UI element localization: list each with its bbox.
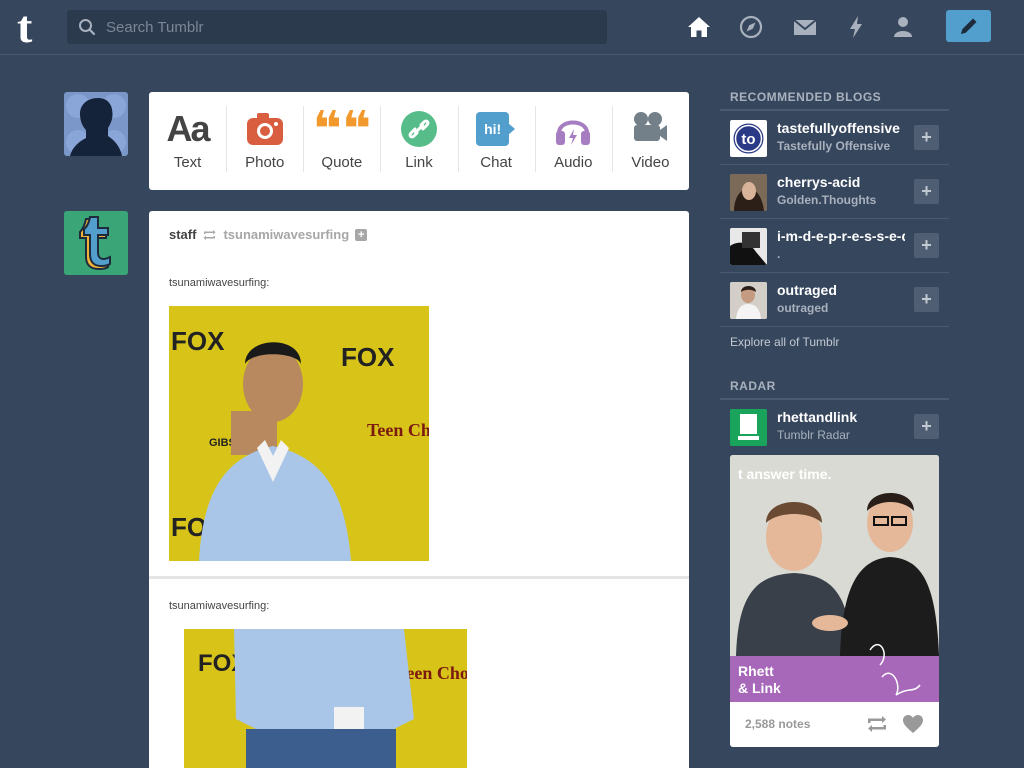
blog-title: Golden.Thoughts bbox=[777, 193, 877, 207]
blog-avatar bbox=[730, 282, 767, 319]
follow-button[interactable]: + bbox=[914, 179, 939, 204]
radar-post-card[interactable]: t answer time. Rhett & Link 2,588 notes bbox=[730, 455, 939, 747]
dashboard-post: staff tsunamiwavesurfing + tsunamiwavesu… bbox=[149, 211, 689, 768]
photo-person-on-red-carpet: FOX FOX FOX Teen Choice Awards GIBSON bbox=[169, 306, 429, 561]
svg-text:to: to bbox=[741, 131, 755, 148]
radar-caption-rhett: Rhett bbox=[738, 663, 774, 679]
radar-caption-top: t answer time. bbox=[738, 466, 831, 482]
camera-icon bbox=[246, 113, 283, 145]
search-input[interactable]: Search Tumblr bbox=[67, 10, 607, 44]
reblog-icon bbox=[203, 229, 216, 240]
notes-count[interactable]: 2,588 notes bbox=[745, 717, 810, 731]
radar-blog-item[interactable]: rhettandlink Tumblr Radar + bbox=[720, 400, 949, 452]
follow-plus-icon[interactable]: + bbox=[355, 228, 368, 241]
recommended-blog-item[interactable]: cherrys-acid Golden.Thoughts + bbox=[720, 165, 949, 219]
radar-post-image[interactable]: t answer time. Rhett & Link bbox=[730, 455, 939, 702]
blog-avatar bbox=[730, 174, 767, 211]
recommended-blogs-heading: RECOMMENDED BLOGS bbox=[730, 90, 882, 104]
post-photo[interactable]: FOX Teen Choice Awards bbox=[184, 629, 467, 768]
blog-title: outraged bbox=[777, 301, 829, 315]
post-type-label: Audio bbox=[554, 154, 593, 171]
follow-button[interactable]: + bbox=[914, 233, 939, 258]
post-author-link[interactable]: staff bbox=[169, 227, 196, 242]
reblog-source-username[interactable]: tsunamiwavesurfing: bbox=[169, 600, 269, 612]
post-type-video-button[interactable]: Video bbox=[611, 92, 689, 190]
radar-heading: RADAR bbox=[730, 379, 776, 393]
blog-title: Tumblr Radar bbox=[777, 428, 850, 442]
photo-avatar bbox=[730, 174, 767, 211]
post-type-label: Link bbox=[405, 154, 433, 171]
radar-caption-link: & Link bbox=[738, 680, 781, 696]
reblog-source-username[interactable]: tsunamiwavesurfing: bbox=[169, 277, 269, 289]
post-photo[interactable]: FOX FOX FOX Teen Choice Awards GIBSON bbox=[169, 306, 429, 561]
account-icon[interactable] bbox=[890, 14, 916, 40]
search-placeholder: Search Tumblr bbox=[106, 19, 204, 36]
follow-button[interactable]: + bbox=[914, 414, 939, 439]
default-avatar-silhouette bbox=[66, 94, 126, 156]
post-type-label: Quote bbox=[321, 154, 363, 171]
post-type-quote-button[interactable]: ❝❝ Quote bbox=[303, 92, 380, 190]
home-icon[interactable] bbox=[686, 14, 712, 40]
blog-title: Tastefully Offensive bbox=[777, 139, 891, 153]
recommended-blog-item[interactable]: i-m-d-e-p-r-e-s-s-e-d . + bbox=[720, 219, 949, 273]
rhett-and-link-avatar bbox=[730, 409, 767, 446]
post-type-audio-button[interactable]: Audio bbox=[534, 92, 612, 190]
recommended-blog-item[interactable]: outraged outraged + bbox=[720, 273, 949, 327]
blog-name: rhettandlink bbox=[777, 409, 858, 425]
radar-photo-two-men: t answer time. Rhett & Link bbox=[730, 455, 939, 702]
photo-text-teen-choice: Teen Choice Awards bbox=[367, 420, 429, 440]
blog-name: tastefullyoffensive bbox=[777, 120, 900, 136]
link-icon bbox=[400, 111, 437, 147]
blog-avatar: to bbox=[730, 120, 767, 157]
blog-name: i-m-d-e-p-r-e-s-s-e-d bbox=[777, 228, 905, 244]
photo-text-fox: FOX bbox=[341, 342, 395, 372]
top-navigation-bar: t Search Tumblr bbox=[0, 0, 1024, 55]
chat-icon: hi! bbox=[476, 112, 516, 146]
recommended-blog-item[interactable]: to tastefullyoffensive Tastefully Offens… bbox=[720, 111, 949, 165]
search-icon bbox=[79, 19, 96, 36]
activity-icon[interactable] bbox=[843, 14, 869, 40]
post-type-photo-button[interactable]: Photo bbox=[226, 92, 303, 190]
radar-post-footer: 2,588 notes bbox=[730, 702, 939, 747]
blog-avatar bbox=[730, 409, 767, 446]
pencil-icon bbox=[961, 18, 977, 34]
blog-name: cherrys-acid bbox=[777, 174, 861, 190]
photo-text-fox: FOX bbox=[171, 326, 225, 356]
photo-avatar bbox=[730, 228, 767, 265]
tumblr-logo[interactable]: t bbox=[17, 4, 51, 50]
text-post-icon: Aa bbox=[166, 108, 211, 149]
post-divider bbox=[149, 576, 689, 579]
post-type-label: Video bbox=[631, 154, 670, 171]
follow-button[interactable]: + bbox=[914, 125, 939, 150]
blog-title: . bbox=[777, 247, 781, 261]
post-type-label: Photo bbox=[245, 154, 285, 171]
post-author-avatar[interactable] bbox=[64, 211, 128, 275]
quote-icon: ❝❝ bbox=[312, 110, 372, 148]
post-type-text-button[interactable]: Aa Text bbox=[149, 92, 226, 190]
video-camera-icon bbox=[634, 112, 668, 141]
like-heart-icon[interactable] bbox=[902, 714, 924, 734]
user-avatar[interactable] bbox=[64, 92, 128, 156]
post-type-label: Chat bbox=[480, 154, 512, 171]
blog-name: outraged bbox=[777, 282, 837, 298]
post-type-bar: Aa Text Photo ❝❝ Quote Link hi! Chat Aud… bbox=[149, 92, 689, 190]
photo-avatar bbox=[730, 282, 767, 319]
reblog-icon[interactable] bbox=[866, 715, 888, 733]
blog-avatar bbox=[730, 228, 767, 265]
compose-button[interactable] bbox=[946, 10, 991, 42]
reblogged-from-link[interactable]: tsunamiwavesurfing bbox=[223, 227, 349, 242]
follow-button[interactable]: + bbox=[914, 287, 939, 312]
explore-icon[interactable] bbox=[738, 14, 764, 40]
inbox-icon[interactable] bbox=[792, 14, 818, 40]
photo-person-standing: FOX Teen Choice Awards bbox=[184, 629, 467, 768]
chat-glyph: hi! bbox=[484, 121, 502, 137]
post-header: staff tsunamiwavesurfing + bbox=[169, 227, 368, 242]
post-type-chat-button[interactable]: hi! Chat bbox=[457, 92, 535, 190]
post-type-link-button[interactable]: Link bbox=[380, 92, 457, 190]
to-badge-avatar: to bbox=[731, 121, 766, 156]
staff-tumblr-logo-avatar bbox=[64, 211, 128, 275]
explore-all-link[interactable]: Explore all of Tumblr bbox=[730, 335, 839, 349]
post-type-label: Text bbox=[173, 154, 202, 171]
headphones-icon bbox=[556, 120, 591, 145]
